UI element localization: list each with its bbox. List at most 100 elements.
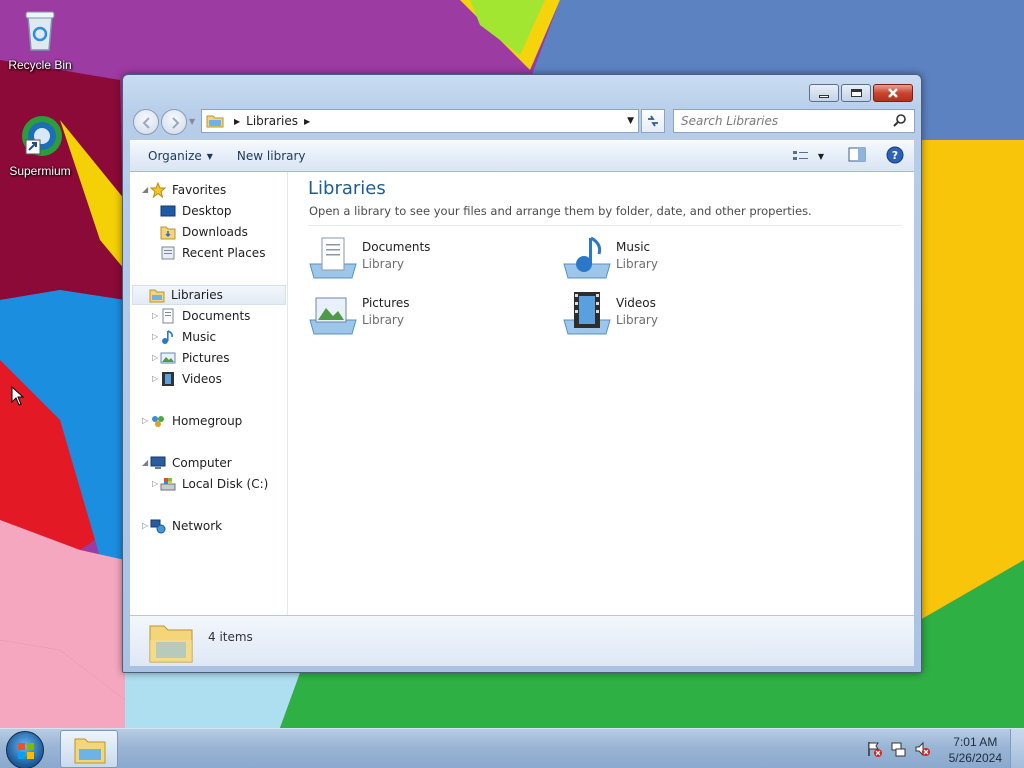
- breadcrumb-separator-icon[interactable]: ▶: [304, 117, 310, 126]
- volume-muted-icon[interactable]: [914, 741, 930, 757]
- close-icon: [888, 88, 898, 98]
- hard-drive-icon: [160, 476, 176, 492]
- library-kind: Library: [616, 313, 658, 327]
- library-kind: Library: [616, 257, 658, 271]
- nav-label: Homegroup: [172, 414, 243, 428]
- nav-favorites[interactable]: Favorites: [149, 180, 226, 200]
- nav-videos[interactable]: Videos: [160, 369, 222, 389]
- expand-network-icon[interactable]: ▷: [142, 521, 148, 530]
- nav-documents[interactable]: Documents: [160, 306, 250, 326]
- nav-libraries[interactable]: Libraries: [132, 285, 286, 305]
- library-tile-documents[interactable]: Documents Library: [308, 234, 548, 284]
- refresh-button[interactable]: [641, 109, 665, 133]
- nav-label: Recent Places: [182, 246, 266, 260]
- library-tile-music[interactable]: Music Library: [562, 234, 802, 284]
- nav-homegroup[interactable]: Homegroup: [150, 411, 242, 431]
- view-controls: ▼ ?: [792, 146, 914, 167]
- chevron-down-icon: ▼: [206, 151, 213, 161]
- videos-library-icon: [562, 290, 612, 340]
- library-tile-videos[interactable]: Videos Library: [562, 290, 802, 340]
- nav-recent-places[interactable]: Recent Places: [160, 243, 265, 263]
- breadcrumb-separator-icon[interactable]: ▶: [234, 117, 240, 126]
- change-view-button[interactable]: ▼: [792, 149, 824, 163]
- supermium-browser-icon: [16, 112, 64, 160]
- nav-music[interactable]: Music: [160, 327, 216, 347]
- item-count: 4 items: [208, 630, 253, 644]
- maximize-button[interactable]: [841, 84, 871, 102]
- content-pane[interactable]: Libraries Open a library to see your fil…: [290, 172, 914, 615]
- documents-library-icon: [308, 234, 358, 284]
- nav-label: Local Disk (C:): [182, 477, 269, 491]
- library-name: Music: [616, 240, 651, 254]
- music-library-icon: [562, 234, 612, 284]
- view-options-icon: [792, 151, 808, 160]
- desktop-icon: [160, 203, 176, 219]
- film-strip-icon: [160, 371, 176, 387]
- address-bar[interactable]: ▶ Libraries ▶ ▼: [201, 109, 639, 133]
- nav-label: Documents: [182, 309, 251, 323]
- back-arrow-icon: [142, 117, 150, 129]
- computer-icon: [150, 455, 166, 471]
- expand-music-icon[interactable]: ▷: [152, 332, 158, 341]
- libraries-folder-large-icon: [148, 620, 194, 667]
- pictures-icon: [160, 350, 176, 366]
- action-center-flag-icon[interactable]: [866, 741, 882, 757]
- nav-network[interactable]: Network: [150, 516, 222, 536]
- nav-computer[interactable]: Computer: [150, 453, 232, 473]
- new-library-label: New library: [236, 149, 306, 163]
- nav-desktop[interactable]: Desktop: [160, 201, 232, 221]
- expand-homegroup-icon[interactable]: ▷: [142, 416, 148, 425]
- nav-downloads[interactable]: Downloads: [160, 222, 248, 242]
- star-icon: [149, 181, 167, 199]
- show-desktop-button[interactable]: [1010, 729, 1024, 768]
- organize-button[interactable]: Organize ▼: [136, 144, 225, 168]
- search-icon[interactable]: [892, 113, 908, 129]
- help-icon: ?: [886, 146, 904, 163]
- system-clock[interactable]: 7:01 AM 5/26/2024: [949, 734, 1002, 766]
- start-button[interactable]: [6, 731, 44, 768]
- expand-pictures-icon[interactable]: ▷: [152, 353, 158, 362]
- taskbar-explorer-button[interactable]: [60, 730, 118, 768]
- nav-label: Computer: [172, 456, 232, 470]
- breadcrumb-libraries[interactable]: Libraries: [246, 114, 298, 128]
- search-box[interactable]: [673, 109, 915, 133]
- desktop-icon-supermium[interactable]: Supermium: [2, 112, 78, 178]
- help-button[interactable]: ?: [886, 146, 904, 167]
- nav-label: Videos: [182, 372, 222, 386]
- explorer-window[interactable]: ▼ ▶ Libraries ▶ ▼ Organize ▼ New library: [122, 74, 922, 673]
- expand-computer-icon[interactable]: ◢: [142, 458, 148, 467]
- nav-pictures[interactable]: Pictures: [160, 348, 230, 368]
- network-status-icon[interactable]: [890, 741, 906, 757]
- address-dropdown-icon[interactable]: ▼: [627, 116, 634, 126]
- expand-favorites-icon[interactable]: ◢: [142, 185, 148, 194]
- recycle-bin-icon: [16, 6, 64, 54]
- nav-label: Downloads: [182, 225, 248, 239]
- library-name: Videos: [616, 296, 656, 310]
- navigation-pane[interactable]: ◢ Favorites Desktop Downloads Recent Pla…: [130, 172, 288, 615]
- chevron-down-icon: ▼: [817, 151, 824, 161]
- search-input[interactable]: [681, 114, 881, 128]
- library-kind: Library: [362, 313, 404, 327]
- nav-local-disk[interactable]: Local Disk (C:): [160, 474, 268, 494]
- page-subtitle: Open a library to see your files and arr…: [309, 204, 812, 218]
- expand-documents-icon[interactable]: ▷: [152, 311, 158, 320]
- library-tile-pictures[interactable]: Pictures Library: [308, 290, 548, 340]
- new-library-button[interactable]: New library: [225, 144, 318, 168]
- preview-pane-button[interactable]: [848, 147, 866, 166]
- expand-local-disk-icon[interactable]: ▷: [152, 479, 158, 488]
- back-button[interactable]: [133, 109, 159, 135]
- libraries-folder-icon: [206, 112, 224, 131]
- explorer-folder-icon: [74, 738, 106, 764]
- svg-text:?: ?: [892, 149, 898, 162]
- nav-label: Libraries: [171, 288, 223, 302]
- desktop-icon-recycle-bin[interactable]: Recycle Bin: [2, 6, 78, 72]
- homegroup-icon: [150, 413, 166, 429]
- expand-videos-icon[interactable]: ▷: [152, 374, 158, 383]
- desktop-icon-label: Supermium: [9, 164, 71, 178]
- close-button[interactable]: [873, 84, 913, 102]
- nav-label: Network: [172, 519, 223, 533]
- recent-pages-chevron-icon[interactable]: ▼: [189, 117, 195, 126]
- forward-button[interactable]: [161, 109, 187, 135]
- nav-label: Music: [182, 330, 217, 344]
- minimize-button[interactable]: [809, 84, 839, 102]
